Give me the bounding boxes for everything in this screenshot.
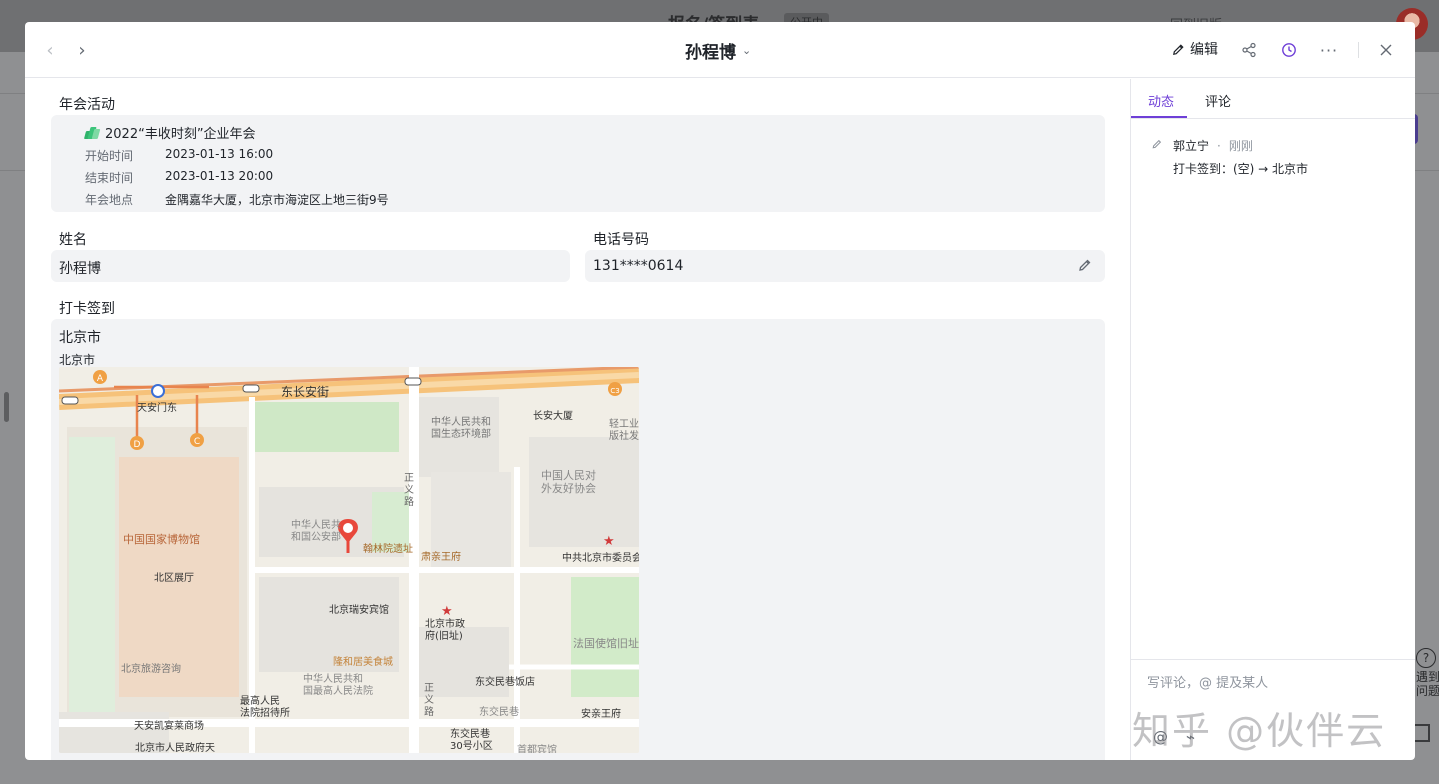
modal-header: ‹ › 孙程博 ⌄ 编辑 ··· xyxy=(25,22,1415,78)
phone-field[interactable]: 131****0614 xyxy=(585,250,1105,282)
map-badge-d: D xyxy=(134,440,141,450)
chevron-right-icon[interactable]: › xyxy=(71,39,93,61)
map-label-national-museum: 中国国家博物馆 xyxy=(123,533,200,546)
record-title-dropdown[interactable]: 孙程博 ⌄ xyxy=(685,38,751,63)
map-label-supreme-proc: 最高人民 法院招待所 xyxy=(240,696,290,719)
map-label-env-ministry: 中华人民共和 国生态环境部 xyxy=(431,417,491,440)
map-label-dongjiao-lane: 东交民巷 xyxy=(479,707,519,718)
map-label-supreme-court: 中华人民共和 国最高人民法院 xyxy=(303,674,373,697)
event-location-row: 年会地点 金隅嘉华大厦，北京市海淀区上地三街9号 xyxy=(85,191,389,208)
map-label-congress: 北京市人民政府天 xyxy=(135,743,215,753)
activity-separator: · xyxy=(1217,138,1221,153)
map-label-dongjiao30: 东交民巷 30号小区 xyxy=(450,729,493,752)
phone-value: 131****0614 xyxy=(593,258,684,274)
map-label-capital-hotel: 首都宾馆 xyxy=(517,745,557,753)
name-value: 孙程博 xyxy=(59,261,101,277)
map-label-french-embassy: 法国使馆旧址 xyxy=(573,637,639,650)
event-start-row: 开始时间 2023-01-13 16:00 xyxy=(85,147,273,164)
location-title: 北京市 xyxy=(59,330,101,346)
event-start-value: 2023-01-13 16:00 xyxy=(165,147,274,161)
map-label-road: 东长安街 xyxy=(281,385,330,399)
map-badge-a: A xyxy=(97,374,104,384)
map-label-hanlin: 翰林院遗址 xyxy=(363,544,413,555)
map-label-party-committee: 中共北京市委员会 xyxy=(562,553,639,564)
background-scroll-handle xyxy=(4,392,9,422)
activity-time: 刚刚 xyxy=(1228,139,1253,153)
event-end-value: 2023-01-13 20:00 xyxy=(165,169,274,183)
map-label-public-security: 中华人民共 和国公安部 xyxy=(291,520,341,543)
edit-button[interactable]: 编辑 xyxy=(1171,39,1218,59)
map-label-tiananmen-east: 天安门东 xyxy=(137,403,177,414)
event-title-row: 2022“丰收时刻”企业年会 xyxy=(83,123,256,142)
map-label-friendship: 中国人民对 外友好协会 xyxy=(541,469,596,495)
clock-icon[interactable] xyxy=(1278,39,1300,61)
record-fields: 年会活动 2022“丰收时刻”企业年会 开始时间 2023-01-13 16:0… xyxy=(25,79,1130,760)
map-label-changan-building: 长安大厦 xyxy=(533,411,573,422)
map-label-longhe: 隆和居美食城 xyxy=(333,657,393,668)
map-label-suqin: 肃亲王府 xyxy=(421,552,461,563)
help-icon: ? xyxy=(1416,648,1436,668)
event-logo-icon xyxy=(83,126,101,139)
phone-field-label: 电话号码 xyxy=(593,232,649,248)
header-divider xyxy=(1358,42,1359,58)
map-label-kempinski: 天安凯宴莱商场 xyxy=(134,721,204,732)
checkin-field: 北京市 北京市 A D C C3 ★ ★ 东长安街 天安门东 中华人民共和 国生… xyxy=(51,319,1105,760)
svg-text:★: ★ xyxy=(603,534,615,549)
activity-item: 郭立宁 · 刚刚 打卡签到：(空) → 北京市 xyxy=(1151,137,1401,177)
comment-placeholder: 写评论，@ 提及某人 xyxy=(1147,676,1269,691)
name-field-label: 姓名 xyxy=(59,232,87,248)
active-tab-indicator xyxy=(1131,116,1187,118)
checkin-field-label: 打卡签到 xyxy=(59,301,115,317)
location-map[interactable]: A D C C3 ★ ★ 东长安街 天安门东 中华人民共和 国生态环境部 长安大… xyxy=(59,367,639,753)
watermark: 知乎 @伙伴云 xyxy=(1132,709,1387,753)
activity-tabs: 动态 评论 xyxy=(1131,79,1415,119)
event-start-key: 开始时间 xyxy=(85,149,134,163)
tab-comments[interactable]: 评论 xyxy=(1205,91,1231,110)
share-icon[interactable] xyxy=(1238,39,1260,61)
map-label-dongjiao-hotel: 东交民巷饭店 xyxy=(475,677,535,688)
background-help: ? 遇到 问题 xyxy=(1416,648,1439,698)
record-title: 孙程博 xyxy=(685,43,736,63)
map-label-city-gov: 北京市政 府(旧址) xyxy=(425,619,465,642)
map-badge-c3: C3 xyxy=(610,387,619,395)
map-label-light-industry: 轻工业 版社发 xyxy=(609,419,639,442)
close-icon[interactable] xyxy=(1375,39,1397,61)
map-badge-c: C xyxy=(194,437,200,447)
map-label-zhengyi-road: 正 义 路 xyxy=(404,473,414,508)
tab-activity[interactable]: 动态 xyxy=(1148,91,1174,110)
help-label: 遇到 问题 xyxy=(1416,670,1439,698)
map-label-zhengyi-road-2: 正 义 路 xyxy=(424,683,434,718)
chevron-down-icon: ⌄ xyxy=(742,44,752,57)
activity-header: 郭立宁 · 刚刚 xyxy=(1151,137,1401,154)
event-card[interactable]: 2022“丰收时刻”企业年会 开始时间 2023-01-13 16:00 结束时… xyxy=(51,115,1105,212)
more-icon[interactable]: ··· xyxy=(1318,39,1340,61)
location-subtitle: 北京市 xyxy=(59,353,96,367)
event-end-row: 结束时间 2023-01-13 20:00 xyxy=(85,169,273,186)
record-detail-modal: ‹ › 孙程博 ⌄ 编辑 ··· 年会活动 2022“丰收时刻”企业年会 开始时… xyxy=(25,22,1415,760)
map-label-north-hall: 北区展厅 xyxy=(154,573,194,584)
event-location-value: 金隅嘉华大厦，北京市海淀区上地三街9号 xyxy=(165,193,389,207)
svg-text:★: ★ xyxy=(441,604,453,619)
activity-panel: 动态 评论 郭立宁 · 刚刚 打卡签到：(空) → 北京市 写评论，@ 提及某人… xyxy=(1130,79,1415,760)
pencil-icon[interactable] xyxy=(1077,257,1093,277)
activity-text: 打卡签到：(空) → 北京市 xyxy=(1173,162,1309,176)
map-label-tourism: 北京旅游咨询 xyxy=(121,664,181,675)
name-field[interactable]: 孙程博 xyxy=(51,250,570,282)
edit-label: 编辑 xyxy=(1190,42,1218,58)
chevron-left-icon[interactable]: ‹ xyxy=(39,39,61,61)
pencil-icon xyxy=(1173,43,1184,55)
pencil-icon xyxy=(1151,138,1165,153)
event-field-label: 年会活动 xyxy=(59,97,115,113)
event-location-key: 年会地点 xyxy=(85,193,134,207)
map-label-anding: 安亲王府 xyxy=(581,709,621,720)
event-end-key: 结束时间 xyxy=(85,171,134,185)
event-name: 2022“丰收时刻”企业年会 xyxy=(105,127,256,142)
activity-user: 郭立宁 xyxy=(1173,139,1210,153)
map-label-ruian-hotel: 北京瑞安宾馆 xyxy=(329,605,389,616)
